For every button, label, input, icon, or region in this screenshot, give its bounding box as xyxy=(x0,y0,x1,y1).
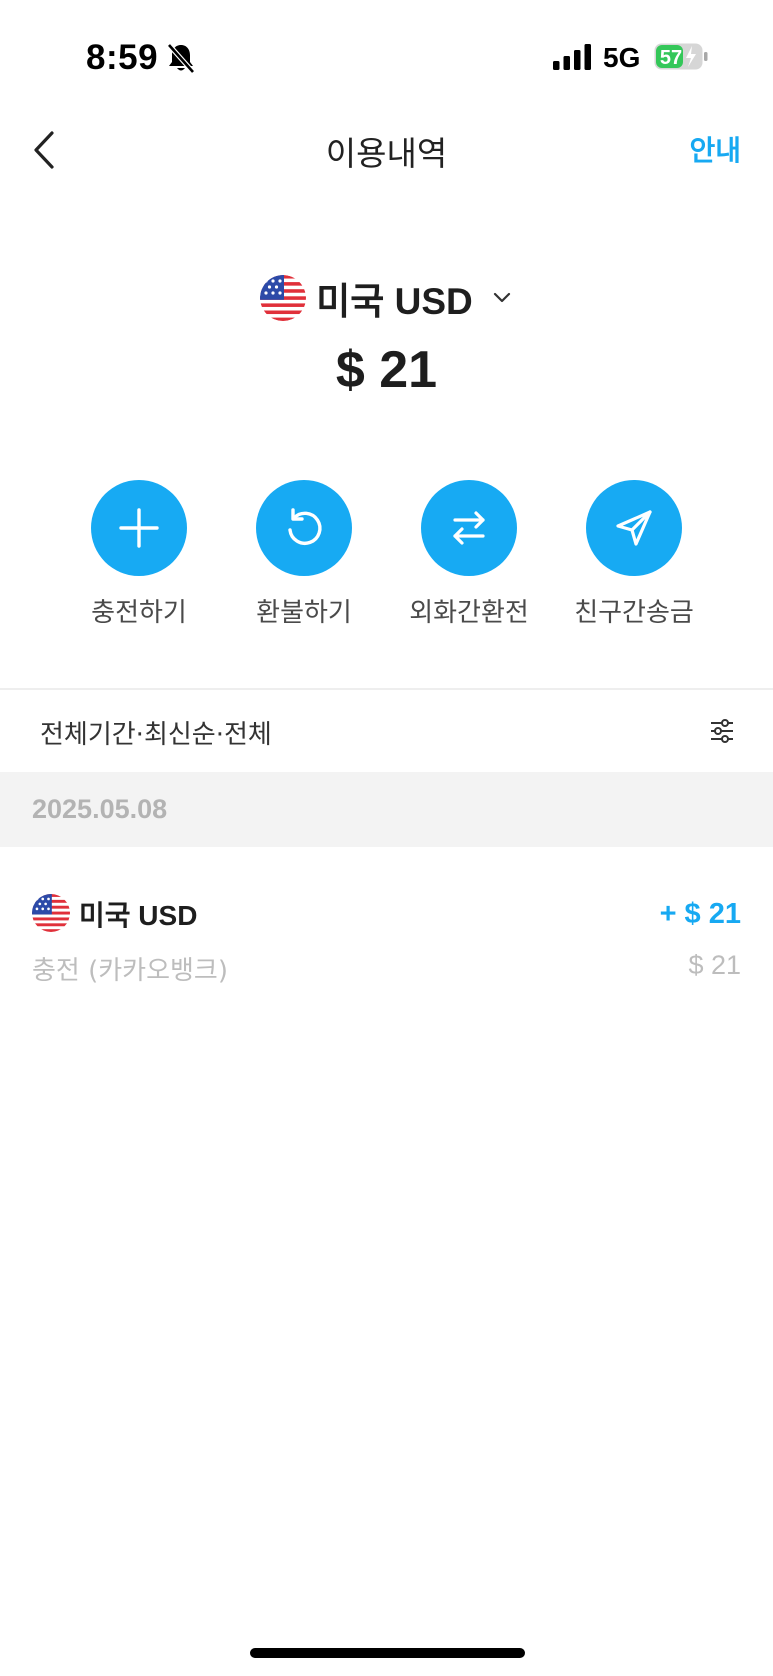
status-time: 8:59 xyxy=(86,38,159,77)
charge-button-circle[interactable] xyxy=(91,480,187,576)
send-label: 친구간송금 xyxy=(574,598,694,628)
transaction-row[interactable]: 미국 USD + $ 21 충전 (카카오뱅크) $ 21 xyxy=(0,880,773,1000)
plus-icon xyxy=(119,508,159,548)
transaction-description: 충전 (카카오뱅크) xyxy=(32,956,228,986)
transaction-sub-amount: $ 21 xyxy=(688,950,741,980)
charge-label: 충전하기 xyxy=(91,598,187,628)
currency-selector[interactable]: 미국 USD xyxy=(0,270,773,326)
help-link[interactable]: 안내 xyxy=(689,129,741,169)
battery-level: 57 xyxy=(660,47,682,69)
bell-muted-icon xyxy=(167,43,195,74)
transaction-currency: 미국 USD xyxy=(79,900,198,931)
status-bar: 8:59 5G 57 xyxy=(0,0,773,115)
currency-label: 미국 USD xyxy=(316,281,473,322)
exchange-label: 외화간환전 xyxy=(409,598,529,628)
balance-amount: $ 21 xyxy=(335,341,438,399)
network-label: 5G xyxy=(603,42,641,73)
exchange-button[interactable]: 외화간환전 xyxy=(389,480,549,629)
action-buttons: 충전하기 환불하기 외화간환전 친구간송금 xyxy=(0,480,773,640)
us-flag-icon xyxy=(260,275,307,321)
refund-label: 환불하기 xyxy=(256,598,352,628)
nav-bar: 이용내역 안내 xyxy=(0,115,773,185)
us-flag-icon xyxy=(32,894,70,932)
send-button[interactable]: 친구간송금 xyxy=(554,480,714,629)
date-label: 2025.05.08 xyxy=(32,794,168,824)
transaction-amount: + $ 21 xyxy=(659,898,741,930)
chevron-down-icon xyxy=(493,292,510,303)
sliders-icon[interactable] xyxy=(707,716,737,746)
send-button-circle[interactable] xyxy=(586,480,682,576)
page-title: 이용내역 xyxy=(325,134,448,173)
date-header: 2025.05.08 xyxy=(0,772,773,847)
exchange-button-circle[interactable] xyxy=(421,480,517,576)
charge-button[interactable]: 충전하기 xyxy=(59,480,219,629)
refresh-icon xyxy=(288,508,322,545)
refund-button[interactable]: 환불하기 xyxy=(224,480,384,629)
send-icon xyxy=(616,510,652,546)
refund-button-circle[interactable] xyxy=(256,480,352,576)
filter-row[interactable]: 전체기간·최신순·전체 xyxy=(0,690,773,772)
filter-summary[interactable]: 전체기간·최신순·전체 xyxy=(40,714,272,751)
home-indicator xyxy=(250,1648,525,1658)
swap-arrows-icon xyxy=(453,511,485,545)
signal-icon xyxy=(553,44,591,70)
battery-icon: 57 xyxy=(654,43,708,70)
